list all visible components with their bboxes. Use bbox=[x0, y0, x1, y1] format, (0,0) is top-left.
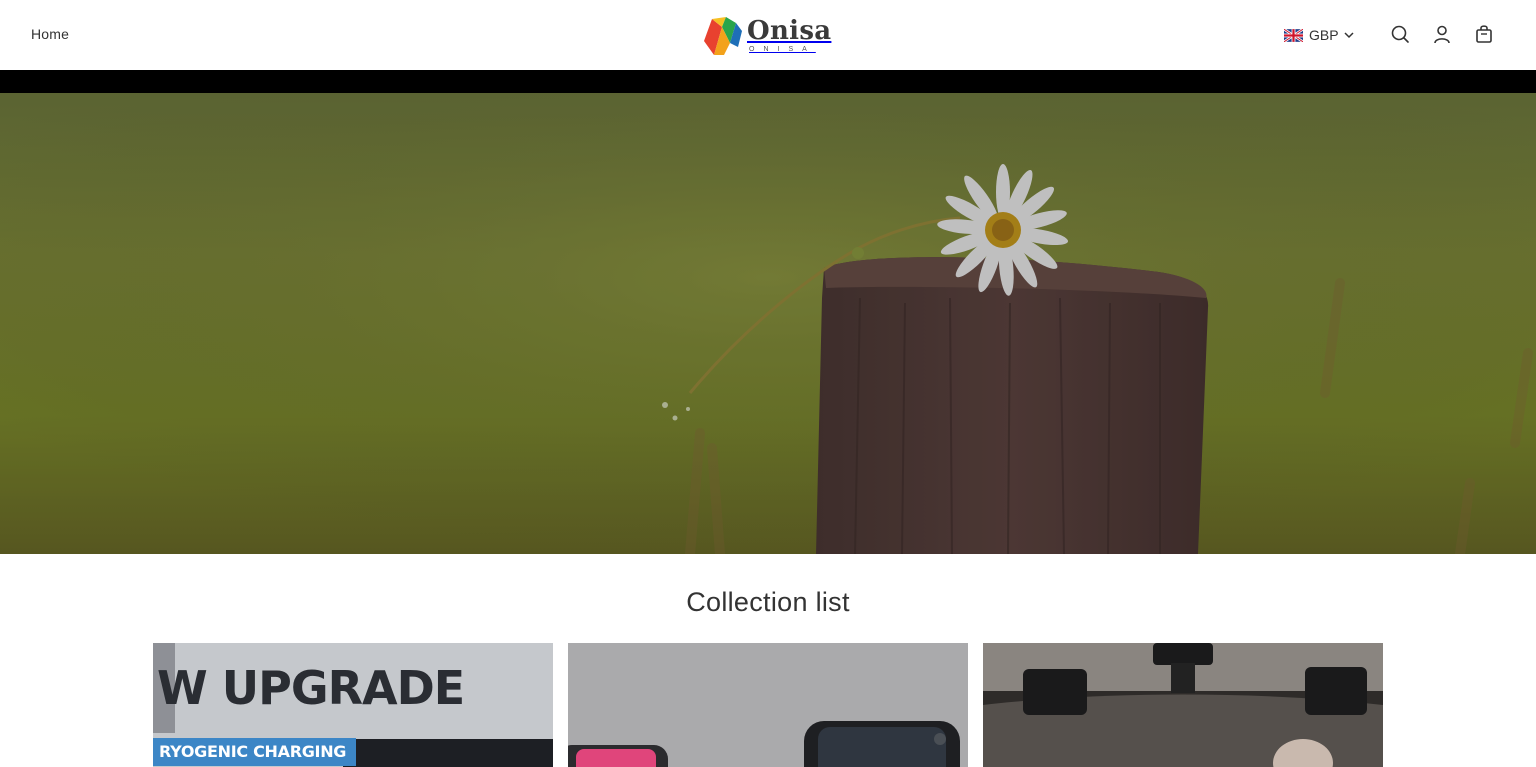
nav-link-home[interactable]: Home bbox=[31, 26, 69, 42]
site-logo[interactable]: Onisa ONISA bbox=[702, 12, 832, 58]
account-button[interactable] bbox=[1432, 24, 1452, 44]
account-icon bbox=[1434, 25, 1450, 44]
logo-subtext: ONISA bbox=[749, 45, 816, 53]
collection-card-image bbox=[568, 643, 968, 767]
collection-card-image bbox=[983, 643, 1383, 767]
search-icon bbox=[1391, 25, 1409, 43]
collection-card[interactable] bbox=[568, 643, 968, 767]
collection-card[interactable] bbox=[983, 643, 1383, 767]
collection-card[interactable]: W UPGRADE RYOGENIC CHARGING bbox=[153, 643, 553, 767]
currency-code: GBP bbox=[1309, 27, 1339, 43]
hero-image bbox=[0, 93, 1536, 554]
site-header: Home Onisa ONISA GBP bbox=[0, 0, 1536, 70]
uk-flag-icon bbox=[1284, 28, 1303, 42]
logo-mark-icon bbox=[704, 17, 742, 55]
chevron-down-icon bbox=[1344, 32, 1354, 39]
announcement-bar bbox=[0, 70, 1536, 93]
logo-wordmark: Onisa bbox=[747, 15, 832, 46]
collection-list-title: Collection list bbox=[686, 587, 850, 617]
collection-card-badge: RYOGENIC CHARGING bbox=[153, 738, 357, 766]
cart-button[interactable] bbox=[1474, 24, 1494, 44]
currency-selector[interactable]: GBP bbox=[1284, 25, 1355, 45]
search-button[interactable] bbox=[1390, 24, 1410, 44]
collection-card-headline: W UPGRADE bbox=[157, 661, 465, 715]
hero-banner[interactable] bbox=[0, 93, 1536, 554]
cart-icon bbox=[1476, 25, 1492, 43]
